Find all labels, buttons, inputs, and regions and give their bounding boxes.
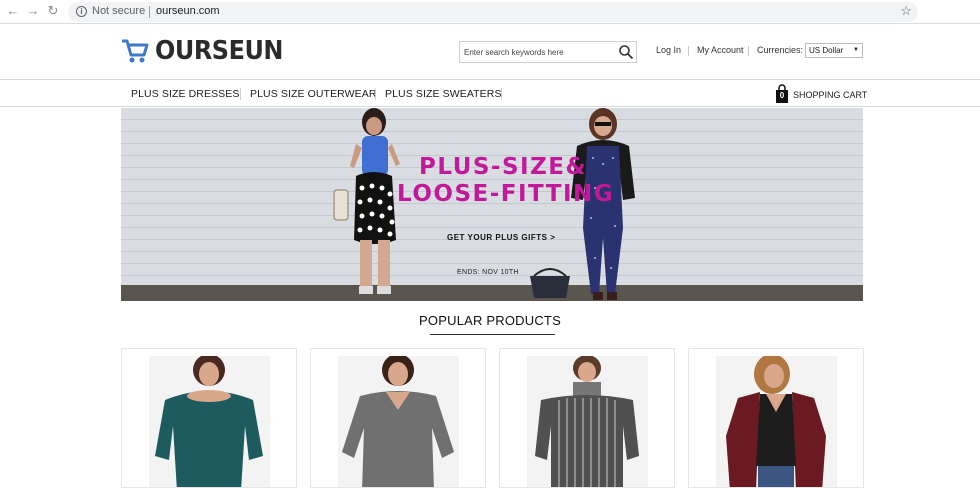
handbag-prop-image	[530, 268, 570, 298]
search-box	[459, 41, 637, 63]
product-photo	[149, 356, 270, 487]
logo-text: OURSEUN	[155, 36, 283, 66]
site-header: OURSEUN Log In My Account Currencies: US…	[0, 24, 980, 80]
nav-item-plus-size-outerwear[interactable]: PLUS SIZE OUTERWEAR	[250, 88, 377, 100]
back-arrow-icon[interactable]: ←	[5, 3, 21, 19]
nav-divider	[375, 88, 376, 100]
url-text[interactable]: ourseun.com	[156, 5, 220, 17]
category-nav: PLUS SIZE DRESSES PLUS SIZE OUTERWEAR PL…	[0, 80, 980, 107]
hero-title-line1: PLUS-SIZE&	[419, 154, 588, 180]
section-underline	[430, 334, 555, 335]
hero-end-date: ENDS: NOV 10TH	[457, 269, 519, 276]
forward-arrow-icon[interactable]: →	[25, 3, 41, 19]
nav-item-plus-size-dresses[interactable]: PLUS SIZE DRESSES	[131, 88, 239, 100]
currency-select[interactable]: US Dollar ▼	[805, 43, 863, 58]
product-card[interactable]	[499, 348, 675, 488]
caret-down-icon: ▼	[853, 47, 859, 53]
star-icon[interactable]: ☆	[900, 3, 912, 19]
hero-cta-link[interactable]: GET YOUR PLUS GIFTS >	[447, 233, 555, 242]
address-separator	[149, 6, 150, 18]
header-divider	[748, 46, 749, 56]
security-label: Not secure	[92, 5, 146, 17]
reload-icon[interactable]: ↻	[45, 3, 61, 19]
product-image[interactable]	[527, 356, 648, 487]
my-account-link[interactable]: My Account	[697, 45, 744, 55]
cart-count: 0	[779, 91, 785, 100]
hero-title-line2: LOOSE-FITTING	[397, 181, 615, 207]
popular-products-title: POPULAR PRODUCTS	[419, 313, 561, 328]
search-input[interactable]	[460, 42, 610, 62]
currencies-label: Currencies:	[757, 45, 804, 55]
header-divider	[688, 46, 689, 56]
product-photo	[338, 356, 459, 487]
search-icon[interactable]	[618, 44, 634, 60]
nav-divider	[501, 88, 502, 100]
product-image[interactable]	[149, 356, 270, 487]
info-icon[interactable]: i	[76, 6, 87, 17]
product-card[interactable]	[121, 348, 297, 488]
product-card[interactable]	[688, 348, 864, 488]
hero-banner[interactable]: PLUS-SIZE& LOOSE-FITTING GET YOUR PLUS G…	[121, 108, 863, 301]
product-photo	[716, 356, 837, 487]
product-image[interactable]	[716, 356, 837, 487]
cart-label: SHOPPING CART	[793, 90, 868, 100]
cart-logo-icon	[122, 39, 149, 63]
browser-toolbar: ← → ↻ i Not secure ourseun.com ☆	[0, 0, 980, 24]
hero-floor	[121, 285, 863, 301]
product-image[interactable]	[338, 356, 459, 487]
currency-value: US Dollar	[809, 46, 844, 55]
nav-item-plus-size-sweaters[interactable]: PLUS SIZE SWEATERS	[385, 88, 502, 100]
login-link[interactable]: Log In	[656, 45, 681, 55]
product-photo	[527, 356, 648, 487]
address-bar[interactable]: i Not secure ourseun.com ☆	[68, 2, 918, 22]
nav-divider	[240, 88, 241, 100]
product-card[interactable]	[310, 348, 486, 488]
